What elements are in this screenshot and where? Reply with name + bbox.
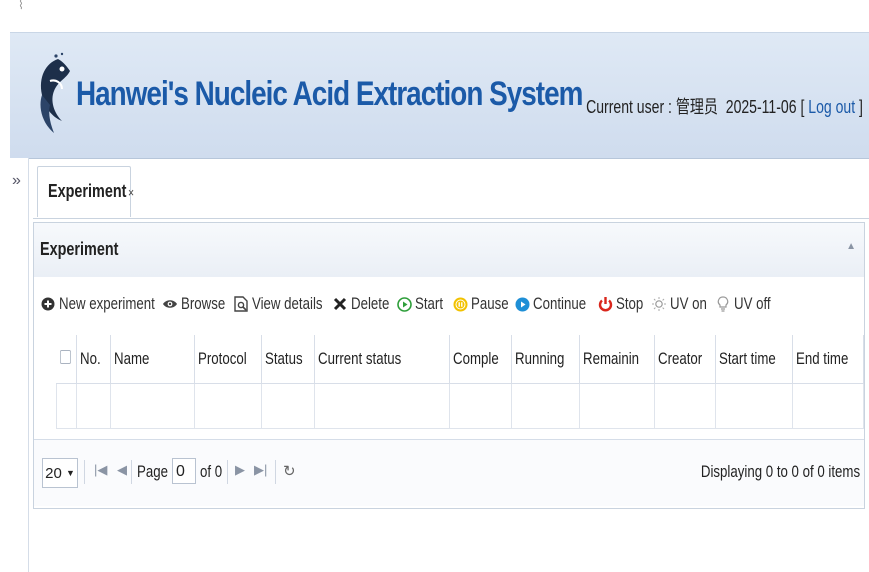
experiment-panel: Experiment ▲ New experiment Browse View … [33,222,865,509]
eye-icon [162,296,178,312]
uv-on-button[interactable]: UV on [651,291,717,317]
pager-separator [131,460,132,484]
col-header-name[interactable]: Name [110,335,196,384]
table-cell [654,383,717,429]
tab-experiment-label: Experiment [48,181,127,201]
view-details-button[interactable]: View details [233,291,342,317]
table-row[interactable] [55,383,865,429]
table-cell [791,383,865,429]
page-count-label: of 0 [200,462,223,481]
tab-strip: Experiment × [33,160,869,219]
document-search-icon [233,296,249,312]
window-control-icon: ⌇ [18,0,24,12]
delete-button[interactable]: Delete [332,291,400,317]
last-page-icon[interactable]: ▶| [254,462,267,478]
current-user-label: Current user : 管理员 [586,97,718,117]
table-cell [448,383,513,429]
play-circle-icon [396,296,412,312]
uv-off-button[interactable]: UV off [715,291,781,317]
experiment-grid: No. Name Protocol Status Current status … [34,335,865,439]
pause-circle-icon [452,296,468,312]
tab-experiment[interactable]: Experiment × [37,166,134,217]
collapsed-sidebar [0,158,29,572]
table-cell [194,383,263,429]
prev-page-icon[interactable]: ◀ [117,462,127,478]
page-number-input[interactable]: 0 [172,458,196,484]
panel-header: Experiment ▲ [34,223,864,278]
power-icon [597,296,613,312]
user-info: Current user : 管理员 2025-11-06 [ Log out … [586,93,863,119]
pager-separator [227,460,228,484]
stop-button[interactable]: Stop [597,291,651,317]
table-cell [511,383,580,429]
panel-title: Experiment [40,239,119,259]
tab-close-icon[interactable]: × [128,185,134,200]
select-all-checkbox[interactable] [56,335,78,384]
pager-separator [84,460,85,484]
first-page-icon[interactable]: |◀ [94,462,107,478]
table-cell [261,383,315,429]
col-header-status[interactable]: Status [261,335,315,384]
continue-button[interactable]: Continue [514,291,601,317]
refresh-icon[interactable]: ↻ [283,462,296,480]
pagination-bar: 20 ▼ |◀ ◀ Page 0 of 0 ▶ ▶| ↻ Displaying … [34,439,864,506]
page-label: Page [137,462,168,481]
col-header-remaining[interactable]: Remainin [579,335,656,384]
double-chevron-right-icon[interactable]: » [12,172,21,190]
logout-bracket-open: [ [800,97,805,117]
toolbar: New experiment Browse View details Delet… [34,277,864,333]
dragon-logo-icon [40,52,70,133]
table-cell [110,383,196,429]
window-top-strip: ⌇ [0,0,869,32]
pager-separator [275,460,276,484]
dropdown-arrow-icon: ▼ [65,468,75,478]
page-size-select[interactable]: 20 ▼ [42,458,78,488]
plus-circle-icon [40,296,56,312]
table-cell [715,383,793,429]
current-date: 2025-11-06 [725,97,797,117]
app-title: Hanwei's Nucleic Acid Extraction System [76,75,583,113]
x-icon [332,296,348,312]
browse-button[interactable]: Browse [162,291,238,317]
table-cell [55,383,78,429]
col-header-current-status[interactable]: Current status [314,335,450,384]
col-header-protocol[interactable]: Protocol [194,335,263,384]
pause-button[interactable]: Pause [452,291,519,317]
col-header-creator[interactable]: Creator [654,335,717,384]
table-cell [76,383,112,429]
col-header-running[interactable]: Running [511,335,580,384]
col-header-end-time[interactable]: End time [792,335,865,384]
col-header-no[interactable]: No. [76,335,112,384]
display-info: Displaying 0 to 0 of 0 items [700,462,860,481]
continue-circle-icon [514,296,530,312]
table-cell [578,383,656,429]
logout-bracket-close: ] [859,97,863,117]
collapse-up-icon[interactable]: ▲ [846,241,856,252]
app-header: Hanwei's Nucleic Acid Extraction System … [10,32,869,159]
col-header-complete[interactable]: Comple [449,335,513,384]
bulb-on-icon [651,296,667,312]
start-button[interactable]: Start [396,291,451,317]
bulb-off-icon [715,296,731,312]
col-header-start-time[interactable]: Start time [715,335,793,384]
grid-header-row: No. Name Protocol Status Current status … [56,335,865,384]
next-page-icon[interactable]: ▶ [235,462,245,478]
table-cell [313,383,450,429]
logout-link[interactable]: Log out [808,97,855,117]
new-experiment-button[interactable]: New experiment [40,291,182,317]
